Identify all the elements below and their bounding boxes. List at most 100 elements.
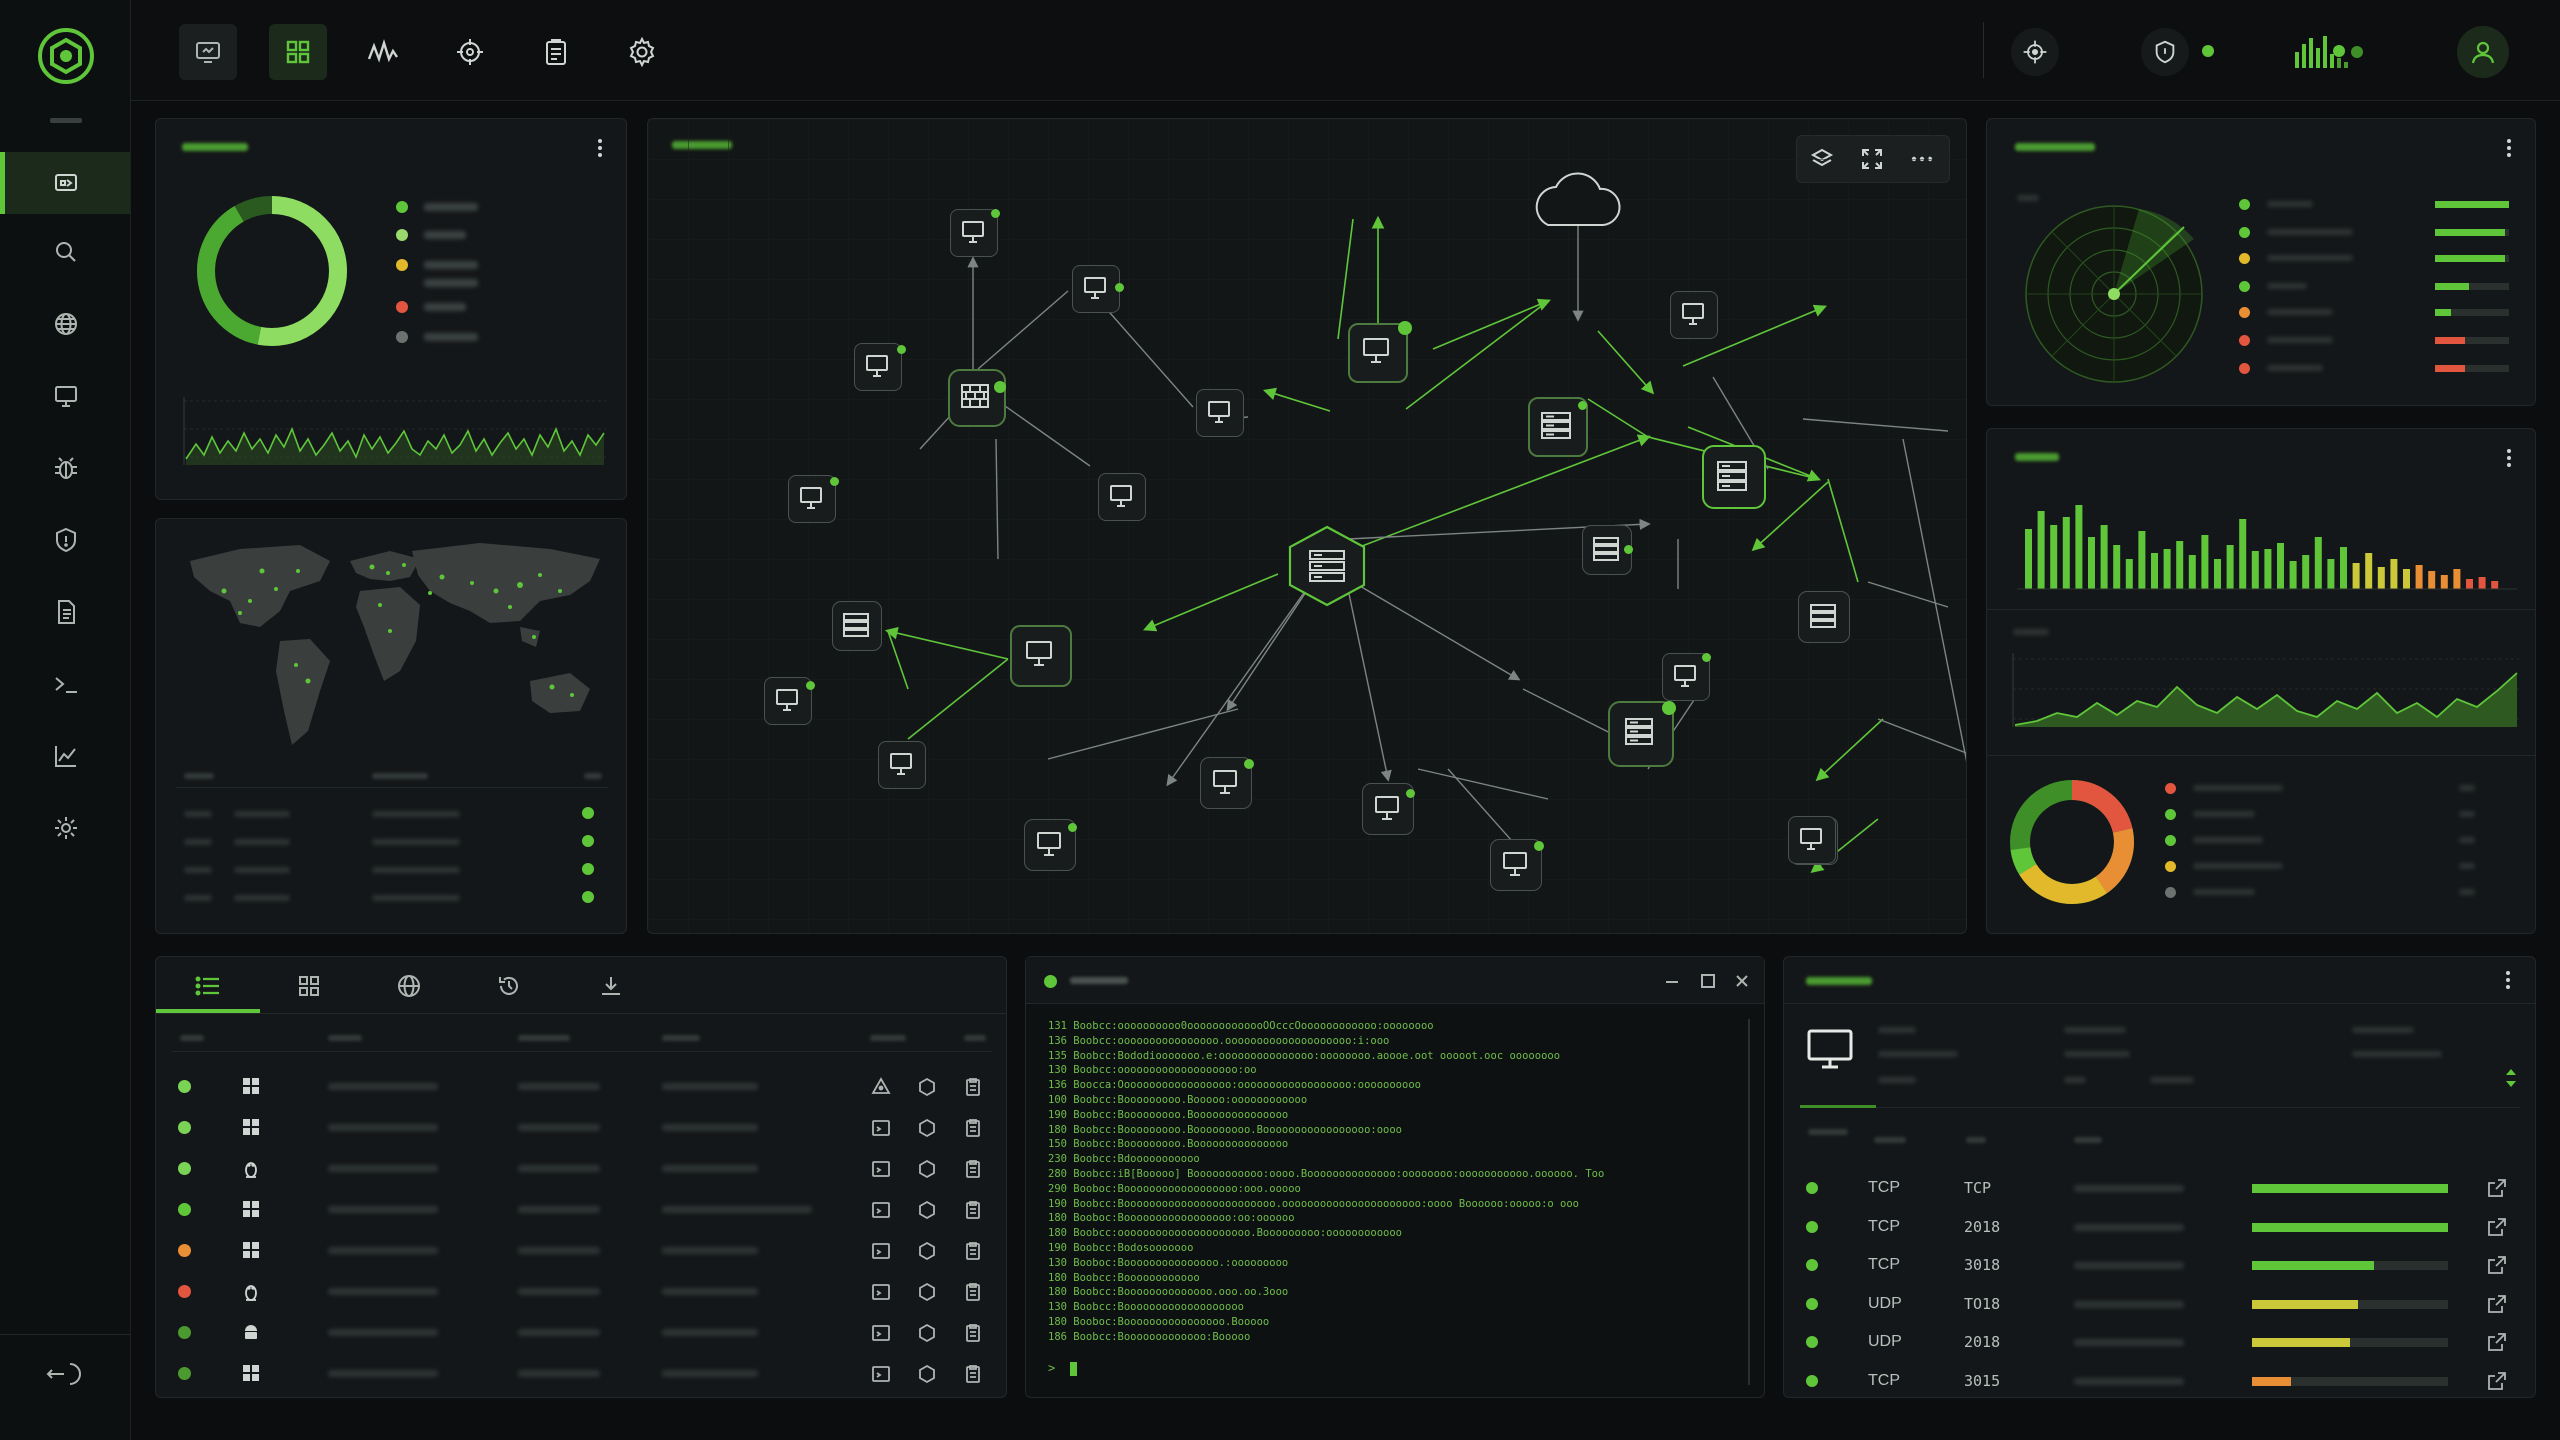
terminal-action-button[interactable] (870, 1240, 892, 1262)
open-external-button[interactable] (2486, 1254, 2508, 1276)
terminal-close-button[interactable] (1732, 971, 1752, 991)
summary-value (2064, 1051, 2130, 1057)
scan-action-button[interactable] (916, 1281, 938, 1303)
top-tool-activity[interactable] (355, 24, 413, 80)
report-action-button[interactable] (962, 1281, 984, 1303)
node-monitor[interactable] (1072, 265, 1120, 313)
monitor-icon (1037, 832, 1061, 856)
report-action-button[interactable] (962, 1117, 984, 1139)
tab-list[interactable] (194, 973, 222, 999)
terminal-action-button[interactable] (870, 1158, 892, 1180)
sidebar-item-document[interactable] (44, 590, 88, 634)
sidebar-item-search[interactable] (44, 230, 88, 274)
top-tool-grid[interactable] (269, 24, 327, 80)
node-monitor[interactable] (1196, 389, 1244, 437)
connection-row[interactable]: UDP 2018 (1784, 1327, 2535, 1357)
tab-globe[interactable] (396, 973, 422, 999)
status-target[interactable] (2011, 28, 2059, 76)
terminal-maximize-button[interactable] (1698, 971, 1718, 991)
report-action-button[interactable] (962, 1322, 984, 1344)
node-firewall[interactable] (948, 369, 1006, 427)
terminal-action-button[interactable] (870, 1322, 892, 1344)
scan-action-button[interactable] (916, 1076, 938, 1098)
sidebar-item-chart[interactable] (44, 734, 88, 778)
hexagon-logo-icon[interactable] (36, 26, 96, 86)
terminal-titlebar (1026, 957, 1764, 1004)
panel-menu-button[interactable] (2506, 971, 2510, 989)
connection-row[interactable]: UDP TO18 (1784, 1289, 2535, 1319)
status-shield[interactable] (2141, 28, 2189, 76)
sidebar-item-terminal[interactable] (44, 662, 88, 706)
report-action-button[interactable] (962, 1158, 984, 1180)
table-row[interactable] (156, 1274, 1006, 1308)
terminal-prompt[interactable]: > (1048, 1361, 1078, 1376)
node-monitor[interactable] (854, 343, 902, 391)
sidebar-item-monitor[interactable] (44, 374, 88, 418)
connection-row[interactable]: TCP 2018 (1784, 1212, 2535, 1242)
scan-action-button[interactable] (916, 1117, 938, 1139)
open-external-button[interactable] (2486, 1177, 2508, 1199)
report-action-button[interactable] (962, 1240, 984, 1262)
report-action-button[interactable] (962, 1199, 984, 1221)
panel-menu-button[interactable] (598, 139, 602, 157)
node-server[interactable] (1798, 591, 1850, 643)
sidebar-item-shield[interactable] (44, 518, 88, 562)
radar-legend-dot (2239, 363, 2250, 374)
terminal-action-button[interactable] (870, 1363, 892, 1385)
node-monitor[interactable] (878, 741, 926, 789)
refresh-button[interactable] (2502, 1067, 2520, 1089)
top-tool-settings[interactable] (613, 24, 671, 80)
node-monitor[interactable] (1788, 816, 1836, 864)
table-row[interactable] (156, 1110, 1006, 1144)
node-server[interactable] (832, 601, 882, 651)
node-monitor[interactable] (950, 209, 998, 257)
report-action-button[interactable] (962, 1076, 984, 1098)
node-monitor[interactable] (788, 475, 836, 523)
connection-row[interactable]: TCP TCP (1784, 1173, 2535, 1203)
node-monitor[interactable] (1670, 291, 1718, 339)
table-row[interactable] (156, 1192, 1006, 1226)
scan-action-button[interactable] (916, 1322, 938, 1344)
terminal-action-button[interactable] (870, 1281, 892, 1303)
scan-action-button[interactable] (916, 1240, 938, 1262)
panel-menu-button[interactable] (2507, 449, 2511, 467)
tab-history[interactable] (496, 973, 522, 999)
table-row[interactable] (156, 1315, 1006, 1349)
table-row[interactable] (156, 1233, 1006, 1267)
top-tool-monitor[interactable] (179, 24, 237, 80)
top-tool-clipboard[interactable] (527, 24, 585, 80)
status-user[interactable] (2457, 26, 2509, 78)
terminal-action-button[interactable] (870, 1117, 892, 1139)
terminal-action-button[interactable] (870, 1199, 892, 1221)
table-row[interactable] (156, 1151, 1006, 1185)
node-monitor[interactable] (1010, 625, 1072, 687)
open-external-button[interactable] (2486, 1293, 2508, 1315)
open-external-button[interactable] (2486, 1370, 2508, 1392)
scan-action-button[interactable] (916, 1199, 938, 1221)
sidebar-item-bug[interactable] (44, 446, 88, 490)
panel-menu-button[interactable] (2507, 139, 2511, 157)
node-monitor[interactable] (1098, 473, 1146, 521)
tab-download[interactable] (598, 973, 624, 999)
node-monitor[interactable] (764, 677, 812, 725)
terminal-scrollbar[interactable] (1748, 1019, 1750, 1385)
open-external-button[interactable] (2486, 1331, 2508, 1353)
terminal-minimize-button[interactable] (1662, 971, 1682, 991)
connection-row[interactable]: TCP 3015 (1784, 1366, 2535, 1396)
sidebar-logout[interactable] (44, 1352, 88, 1396)
node-server[interactable] (1702, 445, 1766, 509)
report-action-button[interactable] (962, 1363, 984, 1385)
table-row[interactable] (156, 1069, 1006, 1103)
sidebar-item-settings[interactable] (44, 806, 88, 850)
open-external-button[interactable] (2486, 1216, 2508, 1238)
table-row[interactable] (156, 1356, 1006, 1390)
scan-action-button[interactable] (916, 1158, 938, 1180)
top-tool-target[interactable] (441, 24, 499, 80)
scan-action-button[interactable] (916, 1363, 938, 1385)
tab-grid[interactable] (296, 973, 322, 999)
node-core-server[interactable] (1284, 523, 1370, 609)
sidebar-item-dashboard[interactable] (44, 160, 88, 204)
network-icon[interactable] (870, 1076, 892, 1098)
sidebar-item-globe[interactable] (44, 302, 88, 346)
connection-row[interactable]: TCP 3018 (1784, 1250, 2535, 1280)
